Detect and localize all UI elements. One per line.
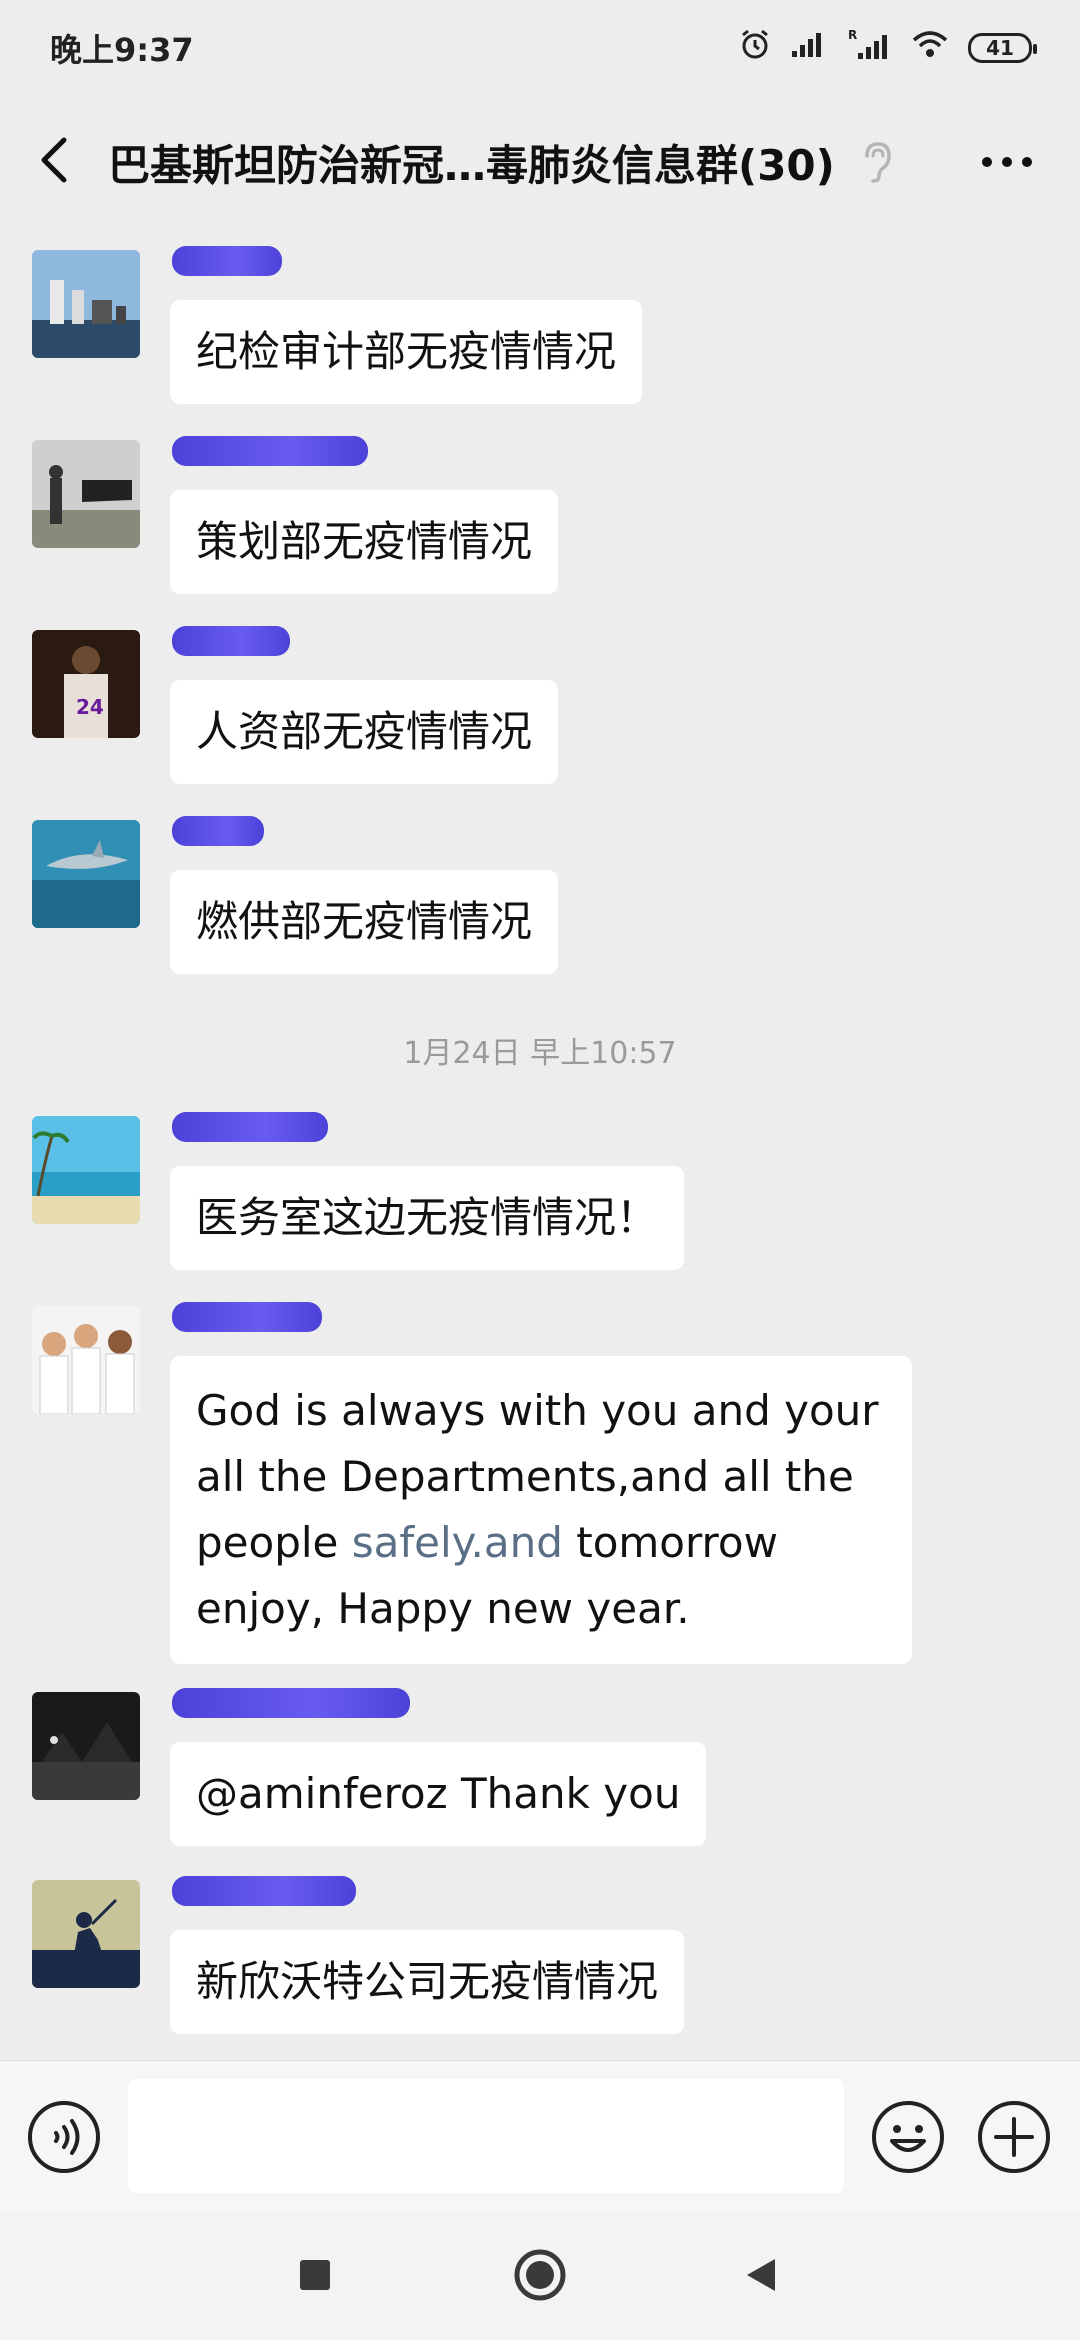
svg-text:24: 24 [76, 695, 104, 719]
plus-button[interactable] [976, 2099, 1052, 2175]
avatar[interactable] [32, 1880, 140, 1988]
chat-screen: 晚上9:37 R 41 巴基斯坦防治新冠…毒肺炎信息群(30) 纪检审计部无疫情… [0, 0, 1080, 2340]
sender-name-redacted [172, 436, 368, 466]
avatar[interactable]: 24 [32, 630, 140, 738]
avatar[interactable] [32, 820, 140, 928]
more-button[interactable] [962, 110, 1052, 214]
input-bar [0, 2060, 1080, 2212]
status-time: 晚上9:37 [50, 31, 194, 69]
svg-text:R: R [848, 28, 857, 42]
message-bubble[interactable]: @aminferoz Thank you [170, 1742, 707, 1846]
sender-name-redacted [172, 1876, 356, 1906]
sender-name-redacted [172, 246, 282, 276]
sender-name-redacted [172, 816, 264, 846]
message-link[interactable]: safely.and [352, 1518, 563, 1567]
triangle-back-icon [741, 2255, 781, 2299]
back-nav-button[interactable] [726, 2242, 796, 2312]
message-bubble[interactable]: 策划部无疫情情况 [170, 490, 559, 594]
sender-name-redacted [172, 1112, 328, 1142]
voice-button[interactable] [26, 2099, 102, 2175]
emoji-icon [870, 2101, 946, 2179]
plus-icon [976, 2101, 1052, 2179]
avatar[interactable] [32, 250, 140, 358]
avatar[interactable] [32, 1306, 140, 1414]
sender-name-redacted [172, 1688, 410, 1718]
message-bubble[interactable]: God is always with you and your all the … [170, 1356, 912, 1664]
alarm-icon [738, 27, 772, 69]
avatar[interactable] [32, 440, 140, 548]
ear-icon [861, 132, 905, 192]
home-circle-icon [513, 2248, 567, 2306]
message-bubble[interactable]: 纪检审计部无疫情情况 [170, 300, 643, 404]
chat-title: 巴基斯坦防治新冠…毒肺炎信息群(30) [108, 140, 835, 190]
home-button[interactable] [505, 2242, 575, 2312]
sender-name-redacted [172, 1302, 322, 1332]
chat-header: 巴基斯坦防治新冠…毒肺炎信息群(30) [0, 110, 1080, 214]
status-icons: R 41 [738, 27, 1037, 69]
chevron-left-icon [36, 134, 72, 190]
message-input[interactable] [128, 2079, 844, 2193]
back-button[interactable] [0, 110, 108, 214]
message-bubble[interactable]: 燃供部无疫情情况 [170, 870, 559, 974]
status-bar: 晚上9:37 R 41 [0, 0, 1080, 96]
wifi-icon [910, 28, 950, 68]
message-bubble[interactable]: 医务室这边无疫情情况！ [170, 1166, 685, 1270]
system-nav-bar [0, 2212, 1080, 2340]
emoji-button[interactable] [870, 2099, 946, 2175]
message-bubble[interactable]: 人资部无疫情情况 [170, 680, 559, 784]
message-bubble[interactable]: 新欣沃特公司无疫情情况 [170, 1930, 685, 2034]
voice-icon [26, 2101, 102, 2179]
avatar[interactable] [32, 1116, 140, 1224]
timestamp: 1月24日 早上10:57 [403, 1036, 677, 1071]
signal-icon [790, 29, 830, 67]
avatar[interactable] [32, 1692, 140, 1800]
recents-button[interactable] [280, 2242, 350, 2312]
battery-level: 41 [986, 36, 1014, 60]
square-icon [298, 2258, 332, 2296]
message-list[interactable]: 纪检审计部无疫情情况 策划部无疫情情况 24 人资部无疫情情况 燃供部无疫情情况 [0, 220, 1080, 2060]
sender-name-redacted [172, 626, 290, 656]
battery-icon: 41 [968, 33, 1037, 63]
signal-roaming-icon: R [848, 27, 892, 69]
more-dots-icon [981, 153, 1033, 172]
